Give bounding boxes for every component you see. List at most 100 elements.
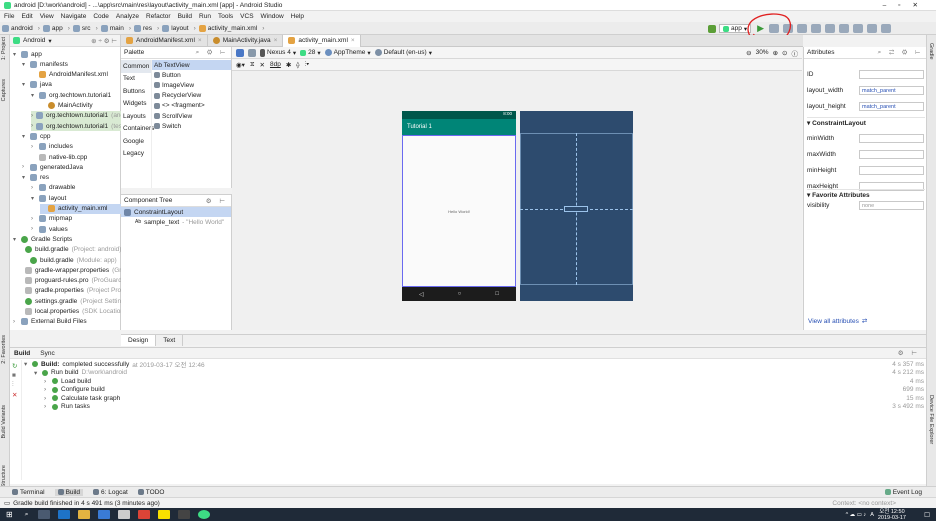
menu-tools[interactable]: Tools [218,13,233,20]
kakaotalk-icon[interactable] [158,510,171,519]
tray-icons[interactable]: ^ ☁ ▭ ♪ [846,512,867,518]
close-panel-icon[interactable]: ✕ [12,391,19,399]
project-tree-item[interactable]: ▾ res [22,173,121,183]
menu-build[interactable]: Build [178,13,192,20]
attr-minwidth-input[interactable] [859,134,924,143]
phone-preview[interactable]: 8:00 Tutorial 1 Hello World! ◁ ○ □ [402,111,516,301]
view-all-attributes-link[interactable]: View all attributes ⇄ [808,317,867,326]
chevron-icon[interactable]: ▾ [34,369,39,377]
edge-icon[interactable] [58,510,71,519]
attach-icon[interactable] [797,24,808,33]
chevron-down-icon[interactable]: ▾ [13,51,18,58]
palette-item[interactable]: ImageView [152,80,231,90]
chevron-right-icon[interactable]: › [13,319,18,325]
build-panel-tools[interactable]: ⚙ ⊢ [898,349,920,357]
attr-layout-height-input[interactable] [859,102,924,111]
task-view-icon[interactable] [38,510,51,519]
build-line[interactable]: ▾ Run build D:\work\android 4 s 212 ms [34,369,924,377]
build-line[interactable]: ▾ Build: completed successfully at 2019-03… [24,360,924,370]
project-tree-item[interactable]: › mipmap [31,214,121,224]
event-log-tab[interactable]: Event Log [884,489,922,496]
attr-layout-width-input[interactable] [859,86,924,95]
window-controls[interactable]: –▫✕ [883,1,930,9]
palette-category[interactable]: Layouts [121,110,151,123]
stop-build-icon[interactable]: ■ [12,372,19,379]
project-tree-item[interactable]: › values [31,224,121,234]
tool-tab[interactable]: Build [54,488,84,496]
rerun-icon[interactable]: ↻ [12,362,19,370]
side-tab[interactable]: Device File Explorer [928,395,934,444]
close-icon[interactable]: × [351,37,355,44]
chevron-right-icon[interactable]: › [31,113,33,119]
project-tree-item[interactable]: gradle-wrapper.properties(Grad [22,265,129,275]
android-studio-taskbar-icon[interactable] [198,510,211,519]
project-tree-item[interactable]: ▾ manifests [22,59,121,69]
constraint-section-header[interactable]: ▾ ConstraintLayout [807,117,925,128]
api-select[interactable]: 28 ▾ [300,49,321,57]
build-line[interactable]: › Calculate task graph 15 ms [44,394,924,402]
palette-category[interactable]: Widgets [121,98,151,111]
side-tab[interactable]: Build Variants [1,405,7,439]
locale-select[interactable]: Default (en-us) ▾ [374,49,432,57]
project-tree-item[interactable]: ▾ app [13,49,121,59]
chevron-icon[interactable]: › [44,395,49,402]
project-tree-item[interactable]: › External Build Files [13,317,121,327]
guidelines-icon[interactable]: ⟠ [296,61,299,69]
side-tab[interactable]: Captures [1,79,7,101]
component-tree-tools[interactable]: ⚙ ⊢ [206,197,228,205]
menu-vcs[interactable]: VCS [240,13,253,20]
palette-category[interactable]: Common [121,60,151,73]
menu-edit[interactable]: Edit [21,13,32,20]
menu-refactor[interactable]: Refactor [146,13,171,20]
project-tree-item[interactable]: gradle.properties (Project Prope [22,286,128,296]
chevron-down-icon[interactable]: ▾ [31,195,36,202]
editor-tab[interactable]: MainActivity.java × [208,34,284,47]
chevron-right-icon[interactable]: › [31,216,36,222]
clear-constraints-icon[interactable]: ✕ [260,61,265,69]
project-tree-item[interactable]: ▾ Gradle Scripts [13,234,121,244]
align-icon[interactable]: ⫶▾ [305,61,310,69]
breadcrumb-item[interactable]: android [2,24,40,32]
breadcrumb-item[interactable]: res [134,24,159,32]
palette-item[interactable]: Button [152,70,231,80]
tree-item-sample-text[interactable]: Ab sample_text - "Hello World" [121,217,231,227]
build-line[interactable]: › Run tasks 3 s 492 ms [44,403,924,411]
palette-category[interactable]: Text [121,73,151,86]
attr-maxwidth-input[interactable] [859,150,924,159]
menu-analyze[interactable]: Analyze [116,13,139,20]
close-icon[interactable]: × [274,37,278,44]
notification-icon[interactable]: ☐ [924,511,930,519]
windows-start-icon[interactable]: ⊞ [6,510,13,519]
project-view-select[interactable]: Android [23,37,45,44]
filter-icon[interactable]: ⫶ [12,381,19,389]
menu-window[interactable]: Window [261,13,284,20]
tool-tab[interactable]: 6: Logcat [93,489,128,496]
side-tab[interactable]: 2: Favorites [1,335,7,364]
project-tree-item[interactable]: settings.gradle (Project Settin [22,296,121,306]
chevron-down-icon[interactable]: ▾ [22,81,27,88]
attr-minheight-input[interactable] [859,166,924,175]
chevron-down-icon[interactable]: ▾ [31,92,36,99]
menu-file[interactable]: File [4,13,14,20]
app-icon-1[interactable] [118,510,131,519]
chrome-icon[interactable] [138,510,151,519]
chevron-icon[interactable]: › [44,378,49,385]
chevron-right-icon[interactable]: › [22,164,27,170]
attr-id-input[interactable] [859,70,924,79]
editor-tab[interactable]: AndroidManifest.xml × [121,34,208,47]
build-line[interactable]: › Load build 4 ms [44,377,924,385]
project-tree-item[interactable]: AndroidManifest.xml [31,70,121,80]
palette-item[interactable]: Ab TextView [152,60,231,71]
palette-item[interactable]: Switch [152,121,231,131]
project-tree-item[interactable]: ▾ layout [31,193,121,203]
search-icon[interactable]: ⌕ [25,511,29,519]
attributes-tools[interactable]: ⌕ ⇄ ⚙ ⊢ [878,49,923,57]
palette-category[interactable]: Buttons [121,85,151,98]
chevron-right-icon[interactable]: › [31,144,36,150]
breadcrumb-item[interactable]: app [42,24,70,32]
zoom-out-icon[interactable]: ⊖ [746,49,751,57]
search-icon[interactable] [881,24,892,33]
project-tree-item[interactable]: local.properties (SDK Location) [22,307,126,317]
default-margin[interactable]: 8dp [270,61,281,68]
menu-run[interactable]: Run [199,13,211,20]
